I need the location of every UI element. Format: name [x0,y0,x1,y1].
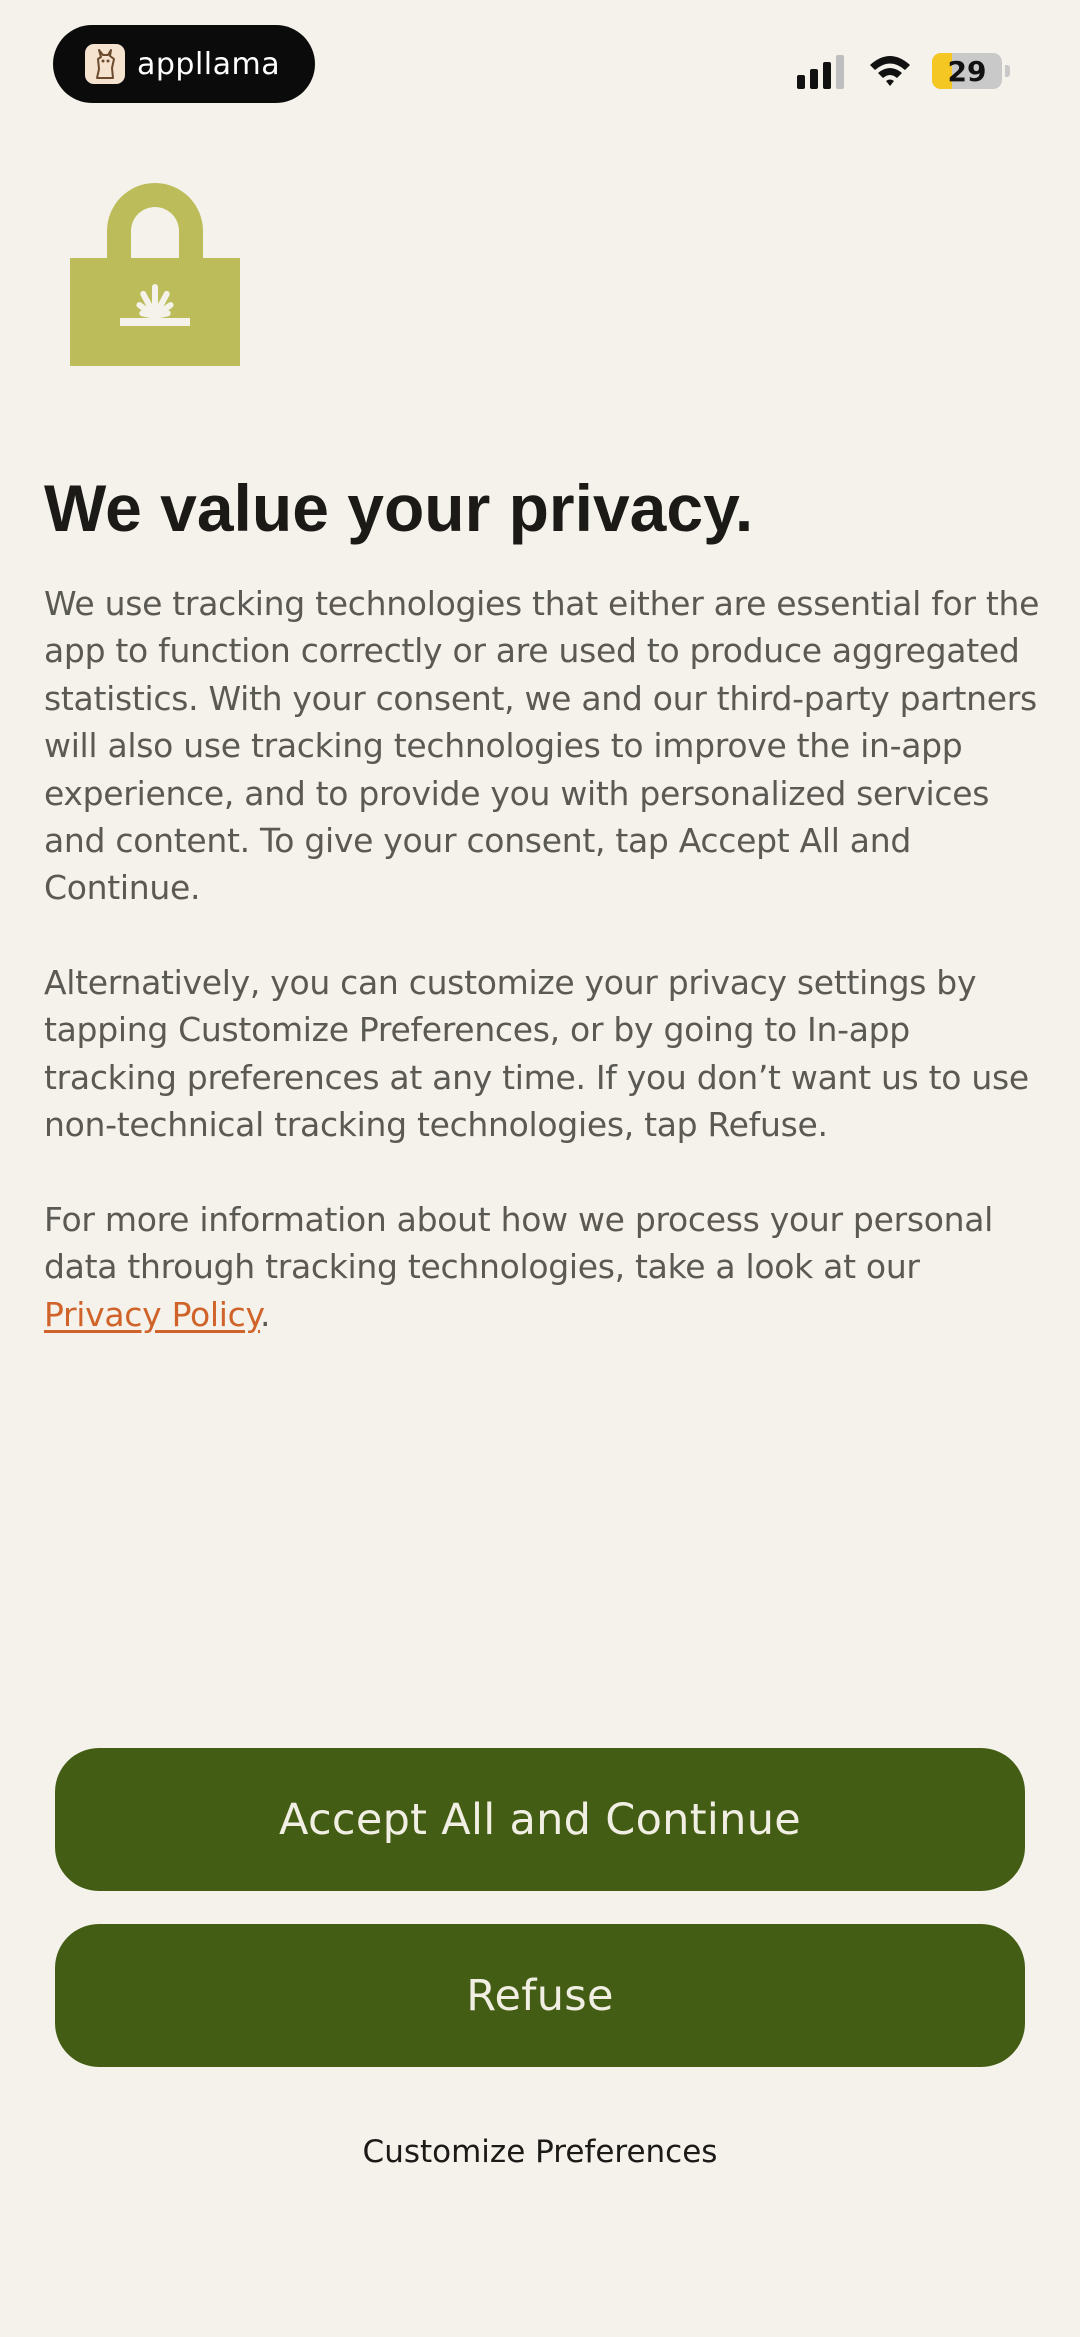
battery-tip [1005,65,1010,77]
more-info-period: . [260,1294,271,1334]
app-name: appllama [137,46,281,82]
app-llama-icon [85,44,125,84]
lock-sunrise-icon [70,183,240,366]
accept-all-button[interactable]: Accept All and Continue [55,1748,1025,1891]
signal-icon [797,53,844,89]
refuse-button[interactable]: Refuse [55,1924,1025,2067]
more-info-text: For more information about how we proces… [44,1200,994,1287]
accept-all-label: Accept All and Continue [278,1794,802,1845]
customize-paragraph: Alternatively, you can customize your pr… [44,963,1029,1145]
consent-paragraph: We use tracking technologies that either… [44,584,1040,908]
refuse-label: Refuse [466,1970,614,2021]
privacy-policy-link[interactable]: Privacy Policy [44,1295,260,1334]
wifi-icon [870,56,910,86]
battery-icon: 29 [932,53,1002,89]
battery-percent: 29 [947,54,987,88]
more-info-paragraph: For more information about how we proces… [44,1196,1044,1338]
app-indicator-pill[interactable]: appllama [53,25,315,103]
customize-preferences-link[interactable]: Customize Preferences [0,2134,1080,2170]
page-title: We value your privacy. [44,471,754,545]
status-indicators: 29 [797,48,1010,94]
